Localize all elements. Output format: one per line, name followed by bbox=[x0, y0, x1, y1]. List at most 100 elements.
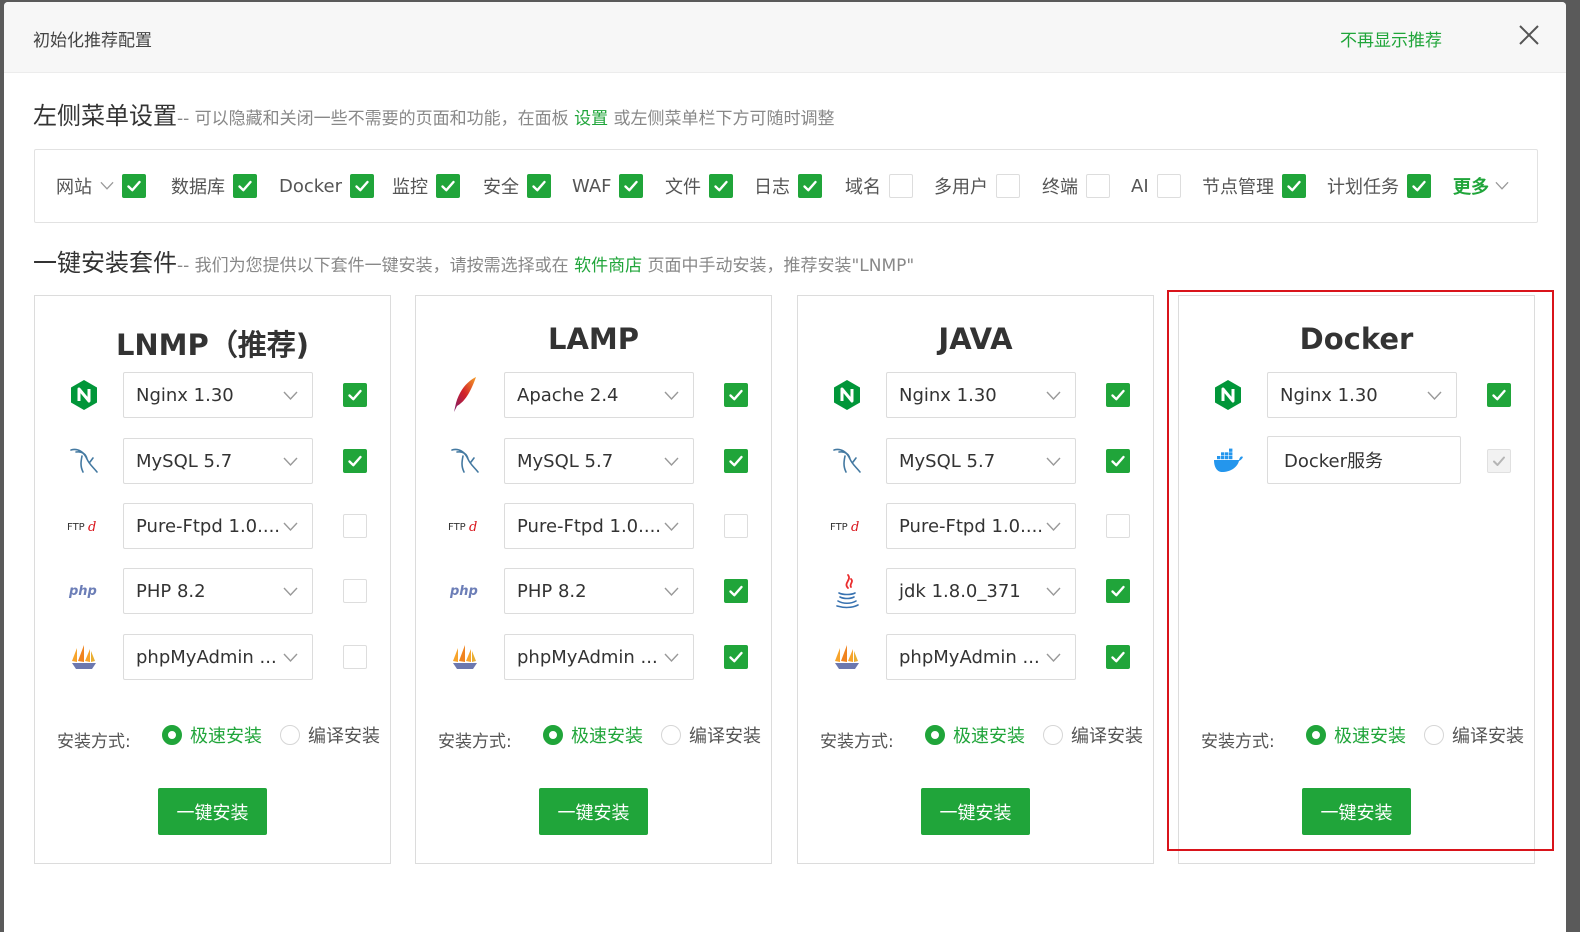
version-select[interactable]: Pure-Ftpd 1.0.... bbox=[886, 503, 1076, 549]
compile-install-radio[interactable]: 编译安装 bbox=[661, 722, 761, 748]
software-checkbox[interactable] bbox=[343, 514, 367, 538]
java-icon bbox=[830, 574, 864, 609]
radio-unselected-icon bbox=[1424, 725, 1444, 745]
menu-toggle-checkbox[interactable] bbox=[798, 174, 822, 198]
menu-toggle-checkbox[interactable] bbox=[527, 174, 551, 198]
version-select[interactable]: Pure-Ftpd 1.0.... bbox=[504, 503, 694, 549]
software-input[interactable] bbox=[1267, 436, 1461, 484]
chevron-down-icon bbox=[664, 457, 679, 467]
chevron-down-icon bbox=[283, 587, 298, 597]
software-checkbox[interactable] bbox=[343, 579, 367, 603]
menu-toggle-checkbox[interactable] bbox=[1086, 174, 1110, 198]
software-checkbox[interactable] bbox=[343, 383, 367, 407]
mysql-icon bbox=[67, 445, 101, 477]
fast-install-radio[interactable]: 极速安装 bbox=[543, 722, 643, 748]
software-checkbox[interactable] bbox=[1106, 514, 1130, 538]
close-icon[interactable] bbox=[1516, 22, 1542, 48]
install-method-label: 安装方式: bbox=[438, 732, 512, 752]
radio-unselected-icon bbox=[1043, 725, 1063, 745]
compile-install-radio[interactable]: 编译安装 bbox=[1424, 722, 1524, 748]
menu-toggle-checkbox[interactable] bbox=[436, 174, 460, 198]
menu-toggle-checkbox[interactable] bbox=[233, 174, 257, 198]
software-checkbox[interactable] bbox=[1106, 579, 1130, 603]
compile-install-label: 编译安装 bbox=[689, 726, 761, 747]
menu-toggle-item: 监控 bbox=[392, 150, 460, 222]
version-select[interactable]: MySQL 5.7 bbox=[504, 438, 694, 484]
compile-install-label: 编译安装 bbox=[1071, 726, 1143, 747]
software-row bbox=[1179, 436, 1534, 484]
mysql-icon bbox=[448, 445, 482, 477]
software-checkbox[interactable] bbox=[724, 449, 748, 473]
radio-unselected-icon bbox=[280, 725, 300, 745]
version-select[interactable]: MySQL 5.7 bbox=[886, 438, 1076, 484]
chevron-down-icon bbox=[283, 522, 298, 532]
software-store-link[interactable]: 软件商店 bbox=[574, 256, 642, 276]
one-click-install-button[interactable]: 一键安装 bbox=[539, 788, 648, 835]
one-click-install-button[interactable]: 一键安装 bbox=[921, 788, 1030, 835]
menu-toggle-checkbox[interactable] bbox=[1407, 174, 1431, 198]
version-select[interactable]: Apache 2.4 bbox=[504, 372, 694, 418]
chevron-down-icon bbox=[1046, 653, 1061, 663]
version-select[interactable]: PHP 8.2 bbox=[504, 568, 694, 614]
radio-selected-icon bbox=[543, 725, 563, 745]
radio-selected-icon bbox=[1306, 725, 1326, 745]
menu-toggle-label: 安全 bbox=[483, 177, 519, 198]
menu-toggle-checkbox[interactable] bbox=[889, 174, 913, 198]
stack-title: Docker bbox=[1299, 322, 1414, 356]
compile-install-radio[interactable]: 编译安装 bbox=[1043, 722, 1143, 748]
version-select[interactable]: MySQL 5.7 bbox=[123, 438, 313, 484]
compile-install-radio[interactable]: 编译安装 bbox=[280, 722, 380, 748]
software-checkbox[interactable] bbox=[724, 383, 748, 407]
menu-toggle-label: 域名 bbox=[845, 177, 881, 198]
settings-link[interactable]: 设置 bbox=[574, 109, 608, 129]
menu-section-header: 左侧菜单设置-- 可以隐藏和关闭一些不需要的页面和功能，在面板 设置 或左侧菜单… bbox=[33, 96, 834, 131]
software-checkbox[interactable] bbox=[1106, 383, 1130, 407]
version-select[interactable]: phpMyAdmin ... bbox=[886, 634, 1076, 680]
svg-text:d: d bbox=[88, 520, 96, 534]
software-checkbox bbox=[1487, 449, 1511, 473]
software-checkbox[interactable] bbox=[1487, 383, 1511, 407]
version-select[interactable]: Nginx 1.30 bbox=[123, 372, 313, 418]
software-checkbox[interactable] bbox=[724, 645, 748, 669]
fast-install-radio[interactable]: 极速安装 bbox=[162, 722, 262, 748]
version-select[interactable]: PHP 8.2 bbox=[123, 568, 313, 614]
software-checkbox[interactable] bbox=[1106, 449, 1130, 473]
ftp-icon: FTP d bbox=[830, 510, 864, 542]
menu-toggle-checkbox[interactable] bbox=[122, 174, 146, 198]
software-row: MySQL 5.7 bbox=[798, 438, 1153, 484]
software-checkbox[interactable] bbox=[343, 645, 367, 669]
menu-toggle-item: 网站 bbox=[56, 150, 146, 222]
one-click-install-button[interactable]: 一键安装 bbox=[1302, 788, 1411, 835]
version-select[interactable]: Nginx 1.30 bbox=[1267, 372, 1457, 418]
software-checkbox[interactable] bbox=[724, 579, 748, 603]
menu-toggle-checkbox[interactable] bbox=[996, 174, 1020, 198]
menu-toggle-checkbox[interactable] bbox=[619, 174, 644, 198]
software-checkbox[interactable] bbox=[343, 449, 367, 473]
ftp-icon: FTP d bbox=[67, 510, 101, 542]
svg-text:FTP: FTP bbox=[830, 522, 848, 533]
menu-toggle-item: 日志 bbox=[754, 150, 822, 222]
software-checkbox[interactable] bbox=[724, 514, 748, 538]
version-select[interactable]: phpMyAdmin ... bbox=[504, 634, 694, 680]
version-select[interactable]: Pure-Ftpd 1.0.... bbox=[123, 503, 313, 549]
fast-install-radio[interactable]: 极速安装 bbox=[1306, 722, 1406, 748]
software-row: FTP d Pure-Ftpd 1.0.... bbox=[798, 503, 1153, 549]
chevron-down-icon[interactable] bbox=[100, 181, 114, 191]
dont-show-again-link[interactable]: 不再显示推荐 bbox=[1340, 26, 1442, 51]
svg-text:php: php bbox=[449, 584, 478, 599]
menu-toggle-checkbox[interactable] bbox=[350, 174, 375, 198]
menu-section-desc-prefix: -- 可以隐藏和关闭一些不需要的页面和功能，在面板 bbox=[177, 109, 575, 129]
menu-toggle-checkbox[interactable] bbox=[1156, 174, 1181, 198]
version-select[interactable]: phpMyAdmin ... bbox=[123, 634, 313, 680]
menu-toggle-item: 域名 bbox=[845, 150, 913, 222]
software-checkbox[interactable] bbox=[1106, 645, 1130, 669]
radio-selected-icon bbox=[925, 725, 945, 745]
more-menu-toggle[interactable]: 更多 bbox=[1453, 150, 1509, 222]
menu-toggle-checkbox[interactable] bbox=[1282, 174, 1306, 198]
menu-toggle-checkbox[interactable] bbox=[709, 174, 733, 198]
version-select[interactable]: jdk 1.8.0_371 bbox=[886, 568, 1076, 614]
one-click-install-button[interactable]: 一键安装 bbox=[158, 788, 267, 835]
ftp-icon: FTP d bbox=[448, 510, 482, 542]
fast-install-radio[interactable]: 极速安装 bbox=[925, 722, 1025, 748]
version-select[interactable]: Nginx 1.30 bbox=[886, 372, 1076, 418]
